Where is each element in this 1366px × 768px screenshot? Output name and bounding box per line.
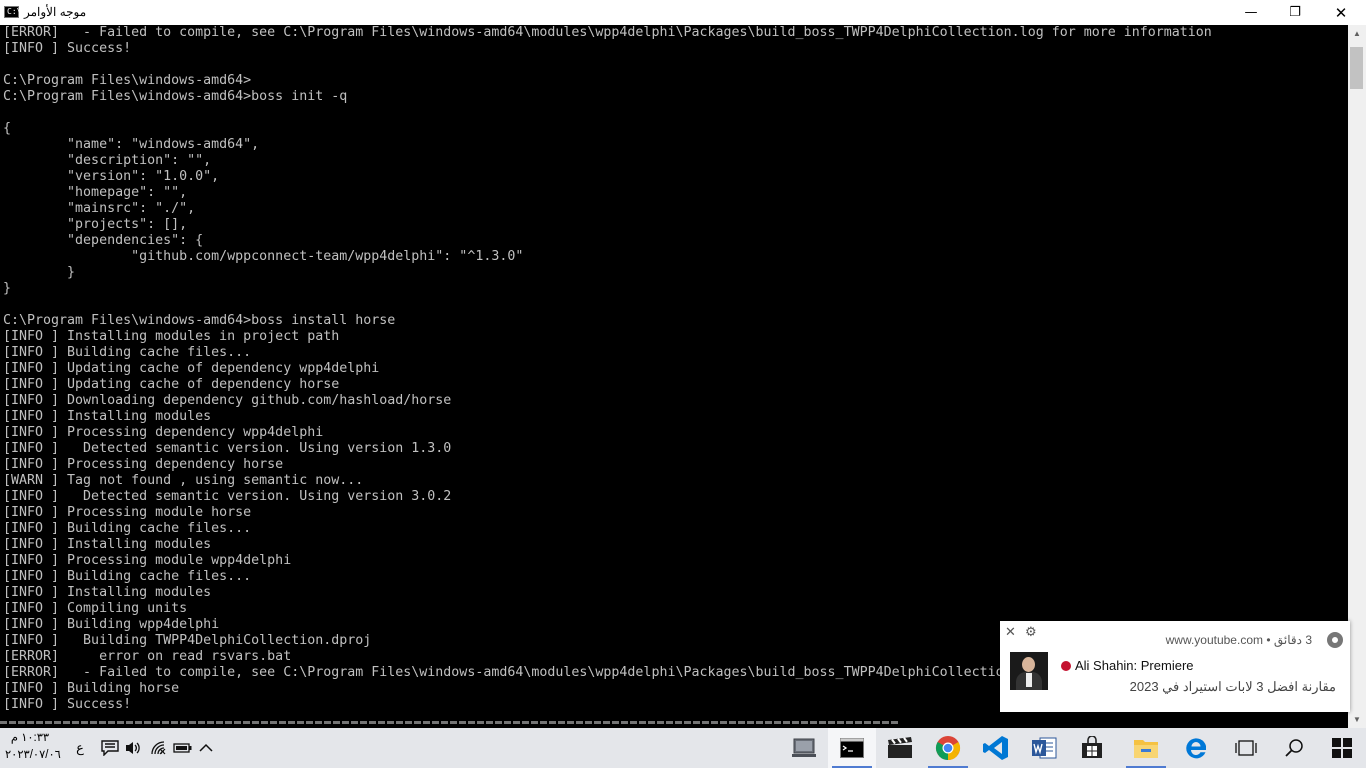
live-dot [1061,661,1071,671]
console-line: [INFO ] Processing module horse [3,505,252,520]
console-partial-line [0,720,1348,728]
gear-icon[interactable]: ⚙ [1025,625,1037,640]
console-line: C:\Program Files\windows-amd64>boss init… [3,89,348,104]
console-line: "dependencies": { [3,233,204,248]
desktop-icon[interactable] [780,728,828,768]
console-line: [INFO ] Processing dependency horse [3,457,284,472]
notification-message: مقارنة افضل 3 لابات استيراد في 2023 [1129,679,1336,694]
console-line: "projects": [], [3,217,188,232]
console-line: [INFO ] Success! [3,41,132,56]
console-line: "version": "1.0.0", [3,169,220,184]
scroll-down-icon[interactable]: ▼ [1348,711,1366,728]
console-line: "mainsrc": "./", [3,201,196,216]
start-icon[interactable] [1318,728,1366,768]
search-icon[interactable] [1270,728,1318,768]
notification-time: 3 دقائق [1273,633,1312,647]
console-line: C:\Program Files\windows-amd64>boss inst… [3,313,396,328]
console-text: [ERROR] - Failed to compile, see C:\Prog… [0,25,1348,713]
show-hidden-icons-icon[interactable] [195,728,217,768]
console-line: "homepage": "", [3,185,188,200]
battery-icon[interactable] [171,728,195,768]
notification-toast[interactable]: ✕ ⚙ 3 دقائق • www.youtube.com Ali Shahin… [1000,621,1350,712]
console-line: [INFO ] Processing module wpp4delphi [3,553,292,568]
close-button[interactable]: ✕ [1318,0,1364,25]
console-line: [ERROR] - Failed to compile, see C:\Prog… [3,25,1212,40]
window-title: موجه الأوامر [24,5,87,19]
console-line: { [3,121,12,136]
console-line: [INFO ] Compiling units [3,601,188,616]
notification-center-icon[interactable] [98,728,122,768]
notification-separator: • [1266,633,1271,647]
task-view-icon[interactable] [1222,728,1270,768]
console-line: [INFO ] Installing modules [3,537,212,552]
console-line: "github.com/wppconnect-team/wpp4delphi":… [3,249,524,264]
console-line: [INFO ] Installing modules [3,409,212,424]
console-line: C:\Program Files\windows-amd64> [3,73,252,88]
network-icon[interactable] [147,728,171,768]
console-line: [INFO ] Downloading dependency github.co… [3,393,452,408]
console-line: [INFO ] Detected semantic version. Using… [3,441,452,456]
notification-title: Ali Shahin: Premiere [1075,658,1194,673]
channel-avatar [1010,652,1048,690]
edge-icon[interactable] [1172,728,1220,768]
console-line: [INFO ] Building cache files... [3,569,252,584]
vscode-icon[interactable] [972,728,1020,768]
maximize-button[interactable]: ❐ [1272,0,1318,25]
console-line: [INFO ] Installing modules [3,585,212,600]
minimize-button[interactable]: — [1228,0,1274,25]
console-line: [INFO ] Detected semantic version. Using… [3,489,452,504]
console-line: [INFO ] Updating cache of dependency hor… [3,377,340,392]
taskbar: ١٠:٣٣ م ٢٠٢٣/٠٧/٠٦ ع [0,728,1366,768]
clock[interactable]: ١٠:٣٣ م ٢٠٢٣/٠٧/٠٦ [5,730,61,764]
clock-date: ٢٠٢٣/٠٧/٠٦ [5,749,61,761]
notification-header: 3 دقائق • www.youtube.com [1166,633,1312,647]
video-editor-icon[interactable] [876,728,924,768]
notification-source: www.youtube.com [1165,633,1263,647]
console-line: [INFO ] Building cache files... [3,345,252,360]
console-line: } [3,281,12,296]
console-line: "name": "windows-amd64", [3,137,260,152]
close-icon[interactable]: ✕ [1005,625,1016,640]
command-prompt-icon[interactable] [828,728,876,768]
scrollbar-thumb[interactable] [1350,47,1363,89]
clock-time: ١٠:٣٣ م [10,732,50,744]
console-line: "description": "", [3,153,212,168]
console-line: [INFO ] Processing dependency wpp4delphi [3,425,324,440]
console-line: [INFO ] Updating cache of dependency wpp… [3,361,380,376]
console-line: [WARN ] Tag not found , using semantic n… [3,473,364,488]
vertical-scrollbar[interactable]: ▲ ▼ [1348,25,1366,728]
chrome-icon[interactable] [924,728,972,768]
word-icon[interactable] [1020,728,1068,768]
store-icon[interactable] [1068,728,1116,768]
console-line: [INFO ] Installing modules in project pa… [3,329,340,344]
chrome-icon [1327,632,1343,648]
console-line: } [3,265,76,280]
file-explorer-icon[interactable] [1122,728,1170,768]
language-indicator[interactable]: ع [70,728,90,768]
command-prompt-icon: C:\ [4,6,21,18]
title-bar: C:\ موجه الأوامر — ❐ ✕ [0,0,1366,25]
scroll-up-icon[interactable]: ▲ [1348,25,1366,42]
console-line: [INFO ] Building cache files... [3,521,252,536]
volume-icon[interactable] [122,728,146,768]
